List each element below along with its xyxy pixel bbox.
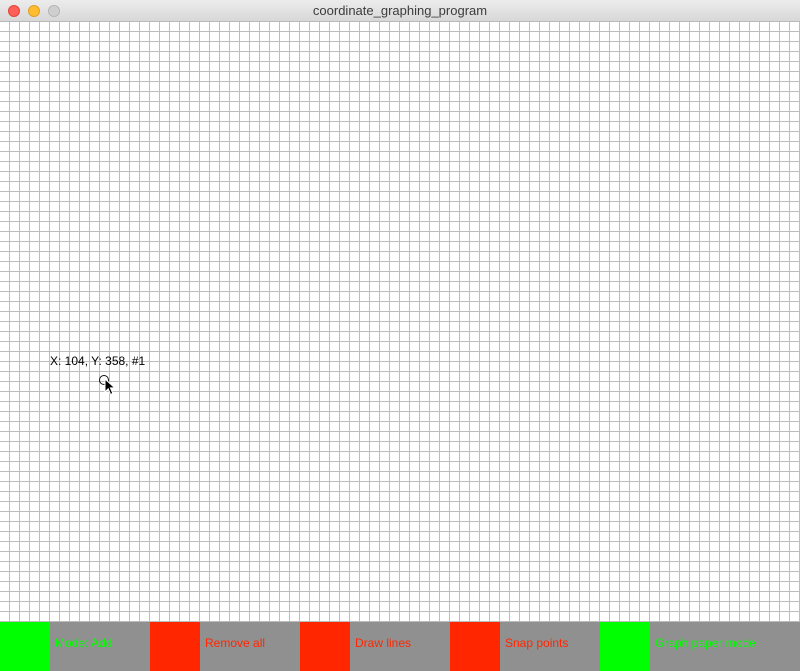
draw-lines-label: Draw lines bbox=[355, 636, 412, 650]
app-window: coordinate_graphing_program X: 104, Y: 3… bbox=[0, 0, 800, 671]
graph-paper-mode-indicator bbox=[600, 622, 650, 671]
graph-paper-mode-toggle[interactable]: Graph paper mode bbox=[600, 622, 800, 671]
remove-all-indicator bbox=[150, 622, 200, 671]
graph-paper-mode-label: Graph paper mode bbox=[655, 636, 756, 650]
snap-points-toggle[interactable]: Snap points bbox=[450, 622, 600, 671]
remove-all-label: Remove all bbox=[205, 636, 266, 650]
mouse-pointer-icon bbox=[104, 378, 117, 396]
draw-lines-indicator bbox=[300, 622, 350, 671]
snap-points-indicator bbox=[450, 622, 500, 671]
remove-all-button[interactable]: Remove all bbox=[150, 622, 300, 671]
mode-label: Mode: Add bbox=[55, 636, 113, 650]
window-title: coordinate_graphing_program bbox=[312, 3, 488, 18]
mode-button[interactable]: Mode: Add bbox=[0, 622, 150, 671]
title-bar: coordinate_graphing_program bbox=[0, 0, 800, 22]
mode-indicator bbox=[0, 622, 50, 671]
graph-paper-canvas[interactable]: X: 104, Y: 358, #1 bbox=[0, 22, 800, 622]
coordinate-readout: X: 104, Y: 358, #1 bbox=[50, 354, 146, 368]
bottom-toolbar: Mode: Add Remove all Draw lines Snap poi… bbox=[0, 622, 800, 671]
snap-points-label: Snap points bbox=[505, 636, 569, 650]
draw-lines-toggle[interactable]: Draw lines bbox=[300, 622, 450, 671]
